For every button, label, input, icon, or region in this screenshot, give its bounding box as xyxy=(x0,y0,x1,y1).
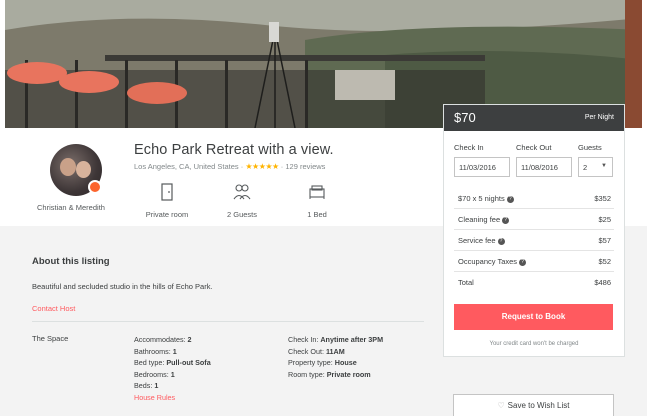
separator: · xyxy=(280,162,284,171)
contact-host-link[interactable]: Contact Host xyxy=(32,304,75,313)
listing-summary: Christian & Meredith Echo Park Retreat w… xyxy=(0,128,440,226)
price-row-value: $52 xyxy=(598,257,611,266)
price-row-value: $25 xyxy=(598,215,611,224)
detail-row: Check In: Anytime after 3PM xyxy=(288,335,384,344)
amenity-label: 1 Bed xyxy=(307,210,327,219)
help-icon[interactable]: ? xyxy=(502,217,510,224)
price-row-value: $352 xyxy=(594,194,611,203)
superhost-badge-icon xyxy=(88,180,102,194)
amenity-room-type: Private room xyxy=(132,182,202,219)
chevron-down-icon: ▼ xyxy=(601,163,607,169)
host-name[interactable]: Christian & Meredith xyxy=(37,203,105,212)
help-icon[interactable]: ? xyxy=(497,238,505,245)
price-row: $70 x 5 nights? $352 xyxy=(454,188,614,209)
check-out-label: Check Out xyxy=(516,143,552,152)
about-text: Beautiful and secluded studio in the hil… xyxy=(32,282,213,291)
divider xyxy=(32,321,424,322)
booking-header: $70 Per Night xyxy=(444,105,624,131)
guests-select[interactable]: 2 ▼ xyxy=(578,157,613,177)
detail-row: Property type: House xyxy=(288,358,357,367)
space-label: The Space xyxy=(32,334,69,343)
amenity-label: 2 Guests xyxy=(226,210,257,219)
bed-icon xyxy=(309,185,325,199)
detail-row: Bathrooms: 1 xyxy=(134,346,177,356)
detail-row: Beds: 1 xyxy=(134,381,159,390)
help-icon[interactable]: ? xyxy=(519,259,527,266)
heart-icon: ♡ xyxy=(497,401,505,410)
price-row: Cleaning fee? $25 xyxy=(454,209,614,230)
credit-card-note: Your credit card won't be charged xyxy=(489,341,579,347)
detail-row: Room type: Private room xyxy=(288,369,371,379)
price-row: Occupancy Taxes? $52 xyxy=(454,251,614,272)
separator: · xyxy=(240,162,244,171)
total-label: Total xyxy=(458,278,474,287)
guests-icon xyxy=(233,184,251,200)
space-details-col1: Accommodates: 2 Bathrooms: 1 Bed type: P… xyxy=(134,334,211,403)
rating-stars: ★★★★★ xyxy=(245,162,279,171)
detail-row: Bedrooms: 1 xyxy=(134,369,175,379)
house-rules-link[interactable]: House Rules xyxy=(134,392,211,404)
price-row-label: Occupancy Taxes? xyxy=(458,257,527,266)
guests-label: Guests xyxy=(578,143,602,152)
price-row-value: $57 xyxy=(598,236,611,245)
help-icon[interactable]: ? xyxy=(506,196,514,203)
wishlist-label: Save to Wish List xyxy=(507,401,570,410)
listing-location-line: Los Angeles, CA, United States · ★★★★★ ·… xyxy=(134,162,325,171)
price-row-label: $70 x 5 nights? xyxy=(458,194,514,203)
detail-row: Bed type: Pull-out Sofa xyxy=(134,358,211,367)
per-night-label: Per Night xyxy=(584,114,614,121)
check-in-label: Check In xyxy=(454,143,484,152)
total-row: Total $486 xyxy=(454,272,614,293)
price-row-label: Service fee? xyxy=(458,236,505,245)
nightly-price: $70 xyxy=(454,110,476,125)
guests-value: 2 xyxy=(583,163,588,172)
listing-location: Los Angeles, CA, United States xyxy=(134,162,239,171)
host-face xyxy=(60,158,76,176)
host-face xyxy=(76,161,91,178)
amenity-beds: 1 Bed xyxy=(282,182,352,219)
price-row: Service fee? $57 xyxy=(454,230,614,251)
booking-panel: $70 Per Night Check In Check Out Guests … xyxy=(443,104,625,357)
amenity-guests: 2 Guests xyxy=(207,182,277,219)
door-icon xyxy=(161,183,173,201)
total-value: $486 xyxy=(594,278,611,287)
listing-title: Echo Park Retreat with a view. xyxy=(134,142,334,158)
amenity-label: Private room xyxy=(145,210,189,219)
price-row-label: Cleaning fee? xyxy=(458,215,510,224)
reviews-link[interactable]: 129 reviews xyxy=(285,162,325,171)
detail-row: Accommodates: 2 xyxy=(134,335,192,344)
save-to-wishlist-button[interactable]: ♡ Save to Wish List xyxy=(453,394,614,416)
request-to-book-button[interactable]: Request to Book xyxy=(454,304,613,330)
check-out-field[interactable]: 11/08/2016 xyxy=(516,157,572,177)
space-details-col2: Check In: Anytime after 3PM Check Out: 1… xyxy=(288,334,383,380)
detail-row: Check Out: 11AM xyxy=(288,346,345,356)
about-title: About this listing xyxy=(32,256,110,267)
check-in-field[interactable]: 11/03/2016 xyxy=(454,157,510,177)
